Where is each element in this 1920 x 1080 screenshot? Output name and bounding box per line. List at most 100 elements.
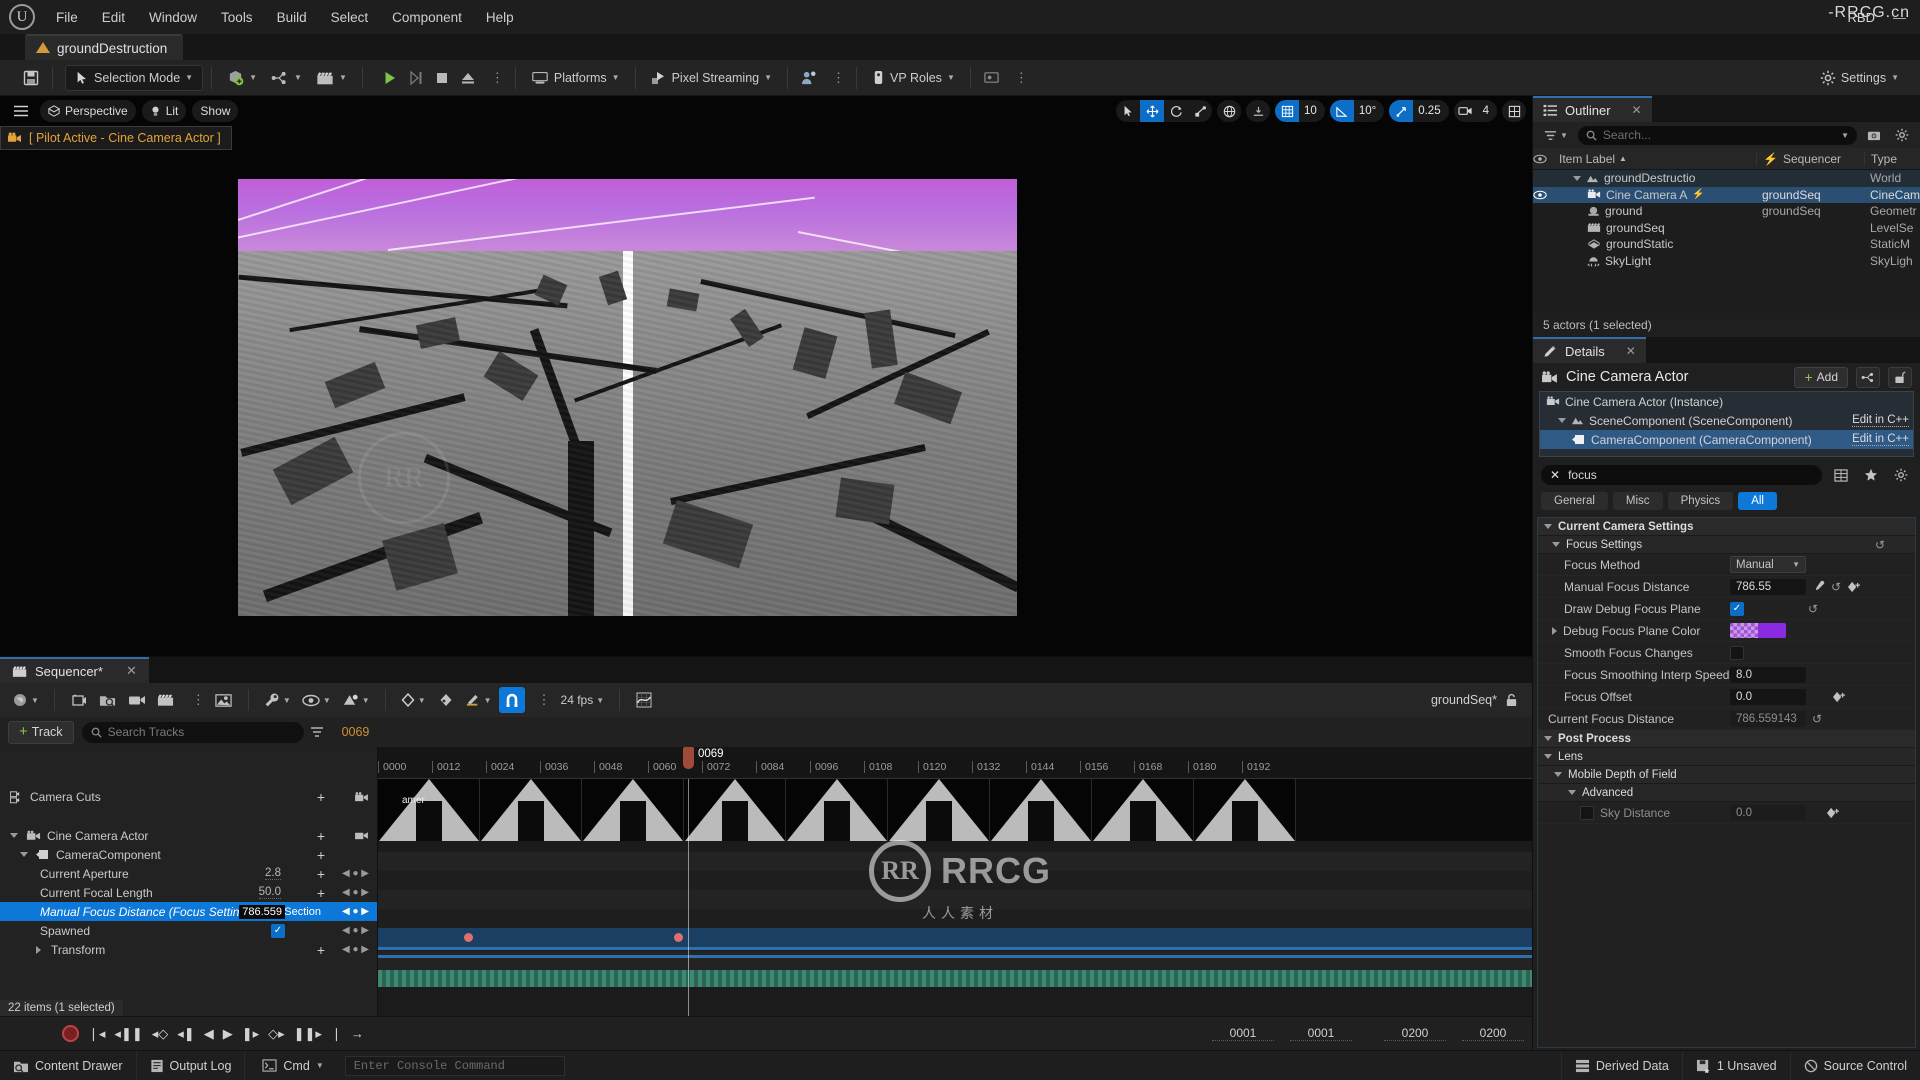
outliner-tab[interactable]: Outliner ✕ [1533, 96, 1652, 122]
filter-misc[interactable]: Misc [1612, 492, 1663, 510]
timeline-row-component[interactable] [378, 871, 1532, 890]
play-forward-icon[interactable]: ▶ [223, 1026, 233, 1042]
focus-offset-field[interactable]: 0.0 [1730, 688, 1806, 705]
sequencer-tab[interactable]: Sequencer* ✕ [0, 657, 149, 683]
search-tracks-input[interactable]: Search Tracks [81, 721, 304, 743]
sequencer-column-header[interactable]: ⚡ Sequencer [1756, 151, 1864, 166]
timeline-transform-section[interactable] [378, 970, 1532, 987]
eject-button[interactable] [455, 65, 481, 91]
menu-file[interactable]: File [44, 6, 90, 29]
visibility-toggle[interactable] [1533, 190, 1559, 200]
pixel-streaming-button[interactable]: Pixel Streaming ▼ [644, 65, 779, 91]
track-cine-camera-actor[interactable]: Cine Camera Actor + [0, 826, 377, 845]
category-post-process[interactable]: Post Process [1538, 730, 1915, 748]
debug-focus-plane-color-swatch[interactable] [1730, 623, 1786, 638]
level-viewport[interactable]: Perspective Lit Show 10 10° 0.25 4 [Pil… [0, 96, 1532, 656]
add-keyframe-icon[interactable] [1832, 691, 1845, 703]
camera-icon[interactable] [124, 687, 150, 713]
vp-display-button[interactable] [979, 65, 1005, 91]
keyframe-icon[interactable]: ▼ [397, 687, 430, 713]
timeline-row-aperture[interactable] [378, 890, 1532, 909]
outliner-row-groundstatic[interactable]: groundStatic StaticM [1533, 236, 1920, 253]
expand-arrow[interactable] [1573, 175, 1581, 181]
add-key-icon[interactable]: + [317, 829, 325, 843]
sky-distance-checkbox[interactable] [1580, 805, 1594, 820]
surface-snap-icon[interactable] [1246, 100, 1270, 122]
eye-icon[interactable]: ▼ [298, 687, 335, 713]
move-tool-icon[interactable] [1140, 100, 1165, 122]
key-nav-buttons[interactable]: ◀ ● ▶ [342, 906, 369, 917]
item-label-column-header[interactable]: Item Label ▲ [1559, 152, 1756, 166]
edit-in-cpp-link[interactable]: Edit in C++ [1852, 414, 1909, 427]
sky-distance-field[interactable]: 0.0 [1730, 804, 1806, 821]
expand-arrow[interactable] [1552, 626, 1557, 635]
smooth-focus-changes-checkbox[interactable] [1730, 645, 1744, 660]
world-actor-icon[interactable]: ▼ [8, 687, 43, 713]
type-column-header[interactable]: Type [1864, 151, 1920, 166]
details-columns-icon[interactable] [1830, 465, 1852, 485]
edit-in-cpp-link[interactable]: Edit in C++ [1852, 433, 1909, 446]
bake-icon[interactable]: ▼ [338, 687, 374, 713]
key-nav-buttons[interactable]: ◀ ● ▶ [342, 944, 369, 955]
menu-select[interactable]: Select [319, 6, 381, 29]
details-tab[interactable]: Details ✕ [1533, 337, 1646, 363]
track-value[interactable]: 2.8 [265, 867, 281, 880]
play-step-button[interactable] [403, 65, 429, 91]
component-row-camera[interactable]: CameraComponent (CameraComponent) Edit i… [1540, 430, 1913, 449]
select-tool-icon[interactable] [1116, 100, 1140, 122]
details-search-input[interactable]: ✕ focus [1541, 465, 1822, 485]
previous-frame-icon[interactable]: ◂❚❚ [114, 1026, 142, 1042]
viewport-lit-button[interactable]: Lit [141, 100, 187, 122]
timeline-row-actor[interactable] [378, 852, 1532, 871]
add-key-icon[interactable]: + [317, 886, 325, 900]
project-tab[interactable]: groundDestruction [25, 34, 184, 60]
play-options-button[interactable]: ⋮ [481, 65, 507, 91]
outliner-row-skylight[interactable]: SkyLight SkyLigh [1533, 253, 1920, 270]
add-keyframe-icon[interactable] [1847, 581, 1861, 593]
grid-snap-icon[interactable] [1275, 100, 1300, 122]
outliner-row-world[interactable]: groundDestructio World [1533, 170, 1920, 187]
spawned-checkbox[interactable]: ✓ [271, 923, 285, 938]
step-forward-icon[interactable]: ❚▸ [242, 1026, 259, 1042]
record-icon[interactable] [62, 1025, 79, 1042]
draw-debug-focus-plane-checkbox[interactable]: ✓ [1730, 601, 1744, 616]
viewport-show-button[interactable]: Show [192, 100, 239, 122]
keyframe-filled-icon[interactable] [433, 687, 459, 713]
add-track-button[interactable]: + Track [8, 720, 74, 744]
timeline-ruler[interactable]: 0000 0012 0024 0036 0048 0060 0072 0084 … [378, 747, 1532, 779]
add-key-icon[interactable]: + [317, 848, 325, 862]
vp-roles-button[interactable]: VP Roles ▼ [865, 65, 962, 91]
category-advanced[interactable]: Advanced [1538, 784, 1915, 802]
scale-snap-icon[interactable] [1389, 100, 1414, 122]
view-end-field[interactable]: 0200 [1384, 1026, 1446, 1041]
keyframe[interactable] [464, 933, 473, 942]
outliner-settings-icon[interactable] [1891, 125, 1913, 145]
stop-button[interactable] [429, 65, 455, 91]
track-transform[interactable]: Transform + ◀ ● ▶ [0, 940, 377, 959]
track-camera-icon[interactable] [354, 791, 369, 803]
multi-user-button[interactable] [796, 65, 822, 91]
reset-icon[interactable]: ↺ [1875, 538, 1885, 552]
render-movie-icon[interactable] [211, 687, 237, 713]
category-current-camera-settings[interactable]: Current Camera Settings [1538, 518, 1915, 536]
previous-key-icon[interactable]: ◂◇ [152, 1026, 169, 1042]
create-camera-icon[interactable] [66, 687, 92, 713]
filter-general[interactable]: General [1541, 492, 1608, 510]
range-end-field[interactable]: 0200 [1462, 1026, 1524, 1041]
close-icon[interactable]: ✕ [126, 663, 137, 679]
timeline-row-focal-length[interactable] [378, 909, 1532, 928]
component-row-scene[interactable]: SceneComponent (SceneComponent) Edit in … [1540, 411, 1913, 430]
track-current-focal-length[interactable]: Current Focal Length 50.0 + ◀ ● ▶ [0, 883, 377, 902]
eyedropper-icon[interactable] [1812, 580, 1825, 593]
filter-all[interactable]: All [1738, 492, 1777, 510]
camera-speed-value[interactable]: 4 [1478, 105, 1497, 117]
jump-to-end-icon[interactable]: ❘ [331, 1026, 342, 1042]
multi-user-options-button[interactable]: ⋮ [822, 65, 848, 91]
fps-selector[interactable]: 24 fps ▼ [557, 687, 609, 713]
outliner-filter-icon[interactable]: ▼ [1540, 125, 1572, 145]
reset-icon[interactable]: ↺ [1808, 602, 1818, 616]
key-nav-buttons[interactable]: ◀ ● ▶ [342, 868, 369, 879]
menu-window[interactable]: Window [137, 6, 209, 29]
reset-icon[interactable]: ↺ [1812, 712, 1822, 726]
add-actor-button[interactable]: ▼ [220, 65, 264, 91]
